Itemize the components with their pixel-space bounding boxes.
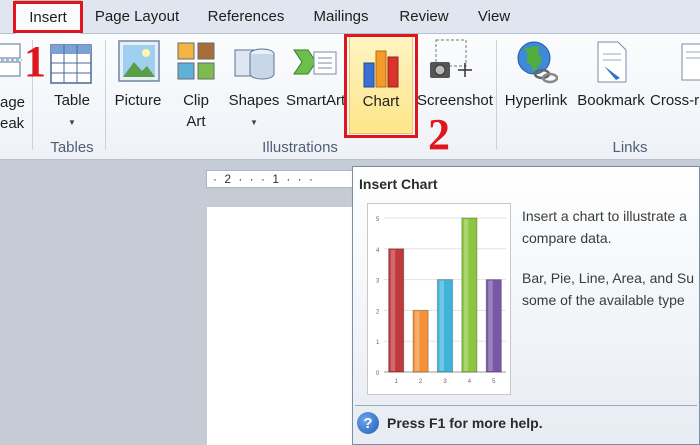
smartart-button[interactable]: SmartArt [284,34,346,134]
y-tick-label: 3 [376,279,380,285]
x-tick-label: 5 [492,379,496,385]
group-label-illustrations: Illustrations [262,139,338,156]
tooltip-chart-preview: 0 1 2 3 4 5 1 2 3 4 5 [367,203,511,395]
tab-review[interactable]: Review [390,0,458,34]
tooltip-title: Insert Chart [359,176,438,192]
cross-reference-icon [681,43,700,81]
x-tick-label: 4 [468,379,472,385]
ribbon: age eak Table ▼ Tables Picture Clip Art … [0,34,700,160]
screenshot-icon [430,39,472,78]
group-label-links: Links [612,139,648,156]
table-button[interactable]: Table ▼ [42,34,102,134]
bar-highlight [415,311,420,371]
bar-highlight [463,219,469,371]
chart-button-highlight [344,34,418,138]
clip-art-icon [177,42,215,80]
y-tick-label: 0 [376,371,380,377]
x-tick-label: 3 [443,379,447,385]
tab-page-layout[interactable]: Page Layout [88,0,186,34]
y-tick-label: 2 [376,309,380,315]
help-text: Press F1 for more help. [387,415,543,431]
y-tick-label: 5 [376,217,380,223]
cross-reference-button[interactable]: Cross-r [650,34,700,134]
x-tick-label: 1 [395,379,399,385]
step-number-2: 2 [428,110,450,159]
bookmark-icon [597,41,627,83]
hyperlink-button[interactable]: Hyperlink [502,34,570,134]
clip-art-button[interactable]: Clip Art [170,34,222,134]
table-icon [50,44,92,84]
horizontal-ruler: · 2 · · · 1 · · · [206,170,366,188]
bar-chart-preview: 0 1 2 3 4 5 1 2 3 4 5 [376,217,506,385]
tab-view[interactable]: View [468,0,520,34]
picture-icon [118,40,160,82]
bar-highlight [439,280,444,371]
tooltip-help: ? Press F1 for more help. [357,409,543,437]
bar-highlight [390,249,396,371]
step-number-1: 1 [24,37,46,86]
picture-button[interactable]: Picture [109,34,167,134]
chevron-down-icon: ▼ [250,118,258,127]
y-tick-label: 4 [376,248,380,254]
smartart-icon [293,49,337,75]
bookmark-button[interactable]: Bookmark [574,34,648,134]
document-page[interactable] [207,207,367,445]
y-tick-label: 1 [376,340,380,346]
insert-tab-highlight [13,1,83,33]
x-tick-label: 2 [419,379,423,385]
tooltip-divider [355,405,697,406]
globe-link-icon [517,41,558,84]
group-label-tables: Tables [50,139,94,156]
page-break-icon [0,43,22,77]
tab-references[interactable]: References [198,0,294,34]
tooltip-description: Insert a chart to illustrate a compare da… [522,208,695,308]
ribbon-tab-bar: Insert Page Layout References Mailings R… [0,0,700,35]
chevron-down-icon: ▼ [68,118,76,127]
shapes-icon [234,48,275,80]
bar-highlight [488,280,493,371]
shapes-button[interactable]: Shapes ▼ [226,34,282,134]
help-icon: ? [357,412,379,434]
tab-mailings[interactable]: Mailings [304,0,378,34]
insert-chart-tooltip: Insert Chart 0 1 2 3 4 5 1 2 3 4 5 Insert a chart … [352,166,700,445]
